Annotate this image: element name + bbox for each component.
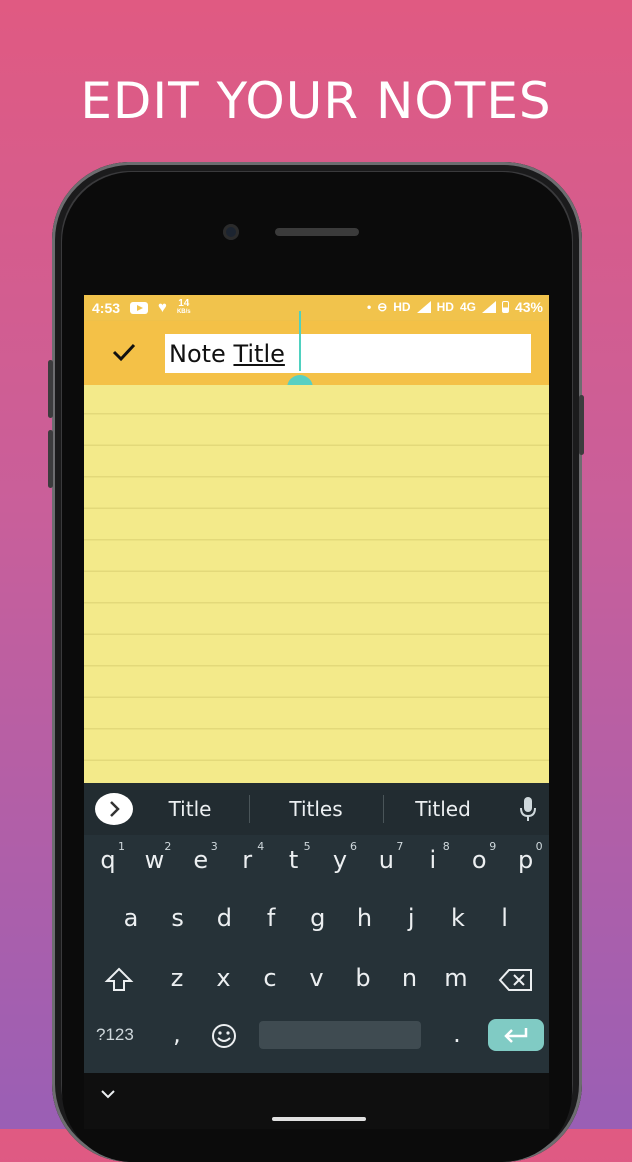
expand-toolbar-button[interactable] bbox=[95, 793, 133, 825]
key-c[interactable]: c bbox=[247, 953, 293, 1003]
key-q[interactable]: q1 bbox=[85, 835, 131, 885]
key-z[interactable]: z bbox=[154, 953, 200, 1003]
network-speed: 14 KB/s bbox=[176, 297, 191, 316]
key-i[interactable]: i8 bbox=[410, 835, 456, 885]
home-indicator[interactable] bbox=[272, 1117, 366, 1121]
phone-screen: 4:53 ♥ 14 KB/s • ⊖ HD HD 4G 43% Note Tit… bbox=[84, 295, 549, 1129]
key-number-hint: 1 bbox=[118, 840, 125, 853]
emoji-icon[interactable] bbox=[210, 1022, 238, 1050]
key-s[interactable]: s bbox=[155, 893, 201, 943]
dot-icon: • bbox=[367, 300, 372, 314]
key-x[interactable]: x bbox=[201, 953, 247, 1003]
key-letter: i bbox=[429, 846, 437, 874]
battery-percent: 43% bbox=[514, 299, 543, 315]
key-number-hint: 3 bbox=[210, 840, 218, 853]
suggestion-divider bbox=[249, 795, 250, 823]
speed-value: 14 bbox=[178, 297, 190, 309]
heart-icon: ♥ bbox=[158, 299, 167, 316]
suggestion-3[interactable]: Titled bbox=[383, 797, 503, 821]
network-type: 4G bbox=[459, 300, 476, 314]
key-number-hint: 4 bbox=[257, 840, 265, 853]
key-e[interactable]: e3 bbox=[178, 835, 224, 885]
title-word-2: Title bbox=[233, 340, 285, 368]
key-letter: o bbox=[471, 846, 487, 874]
hd-label-1: HD bbox=[393, 300, 411, 314]
key-number-hint: 6 bbox=[350, 840, 357, 853]
period-key[interactable]: . bbox=[434, 1009, 480, 1059]
key-v[interactable]: v bbox=[294, 953, 340, 1003]
phone-power-button bbox=[579, 395, 584, 455]
battery-icon bbox=[501, 301, 509, 313]
key-u[interactable]: u7 bbox=[363, 835, 409, 885]
key-b[interactable]: b bbox=[340, 953, 386, 1003]
chevron-down-icon[interactable] bbox=[98, 1087, 118, 1101]
key-k[interactable]: k bbox=[435, 893, 481, 943]
key-letter: u bbox=[378, 846, 394, 874]
suggestion-strip: Title Titles Titled bbox=[84, 783, 549, 835]
status-bar: 4:53 ♥ 14 KB/s • ⊖ HD HD 4G 43% bbox=[84, 295, 549, 321]
chevron-right-icon bbox=[110, 801, 120, 817]
key-t[interactable]: t5 bbox=[271, 835, 317, 885]
key-y[interactable]: y6 bbox=[317, 835, 363, 885]
key-number-hint: 8 bbox=[442, 840, 450, 853]
status-time: 4:53 bbox=[92, 299, 121, 316]
key-letter: q bbox=[100, 846, 116, 874]
enter-icon bbox=[504, 1028, 528, 1043]
key-h[interactable]: h bbox=[342, 893, 388, 943]
key-letter: w bbox=[144, 846, 165, 874]
microphone-icon[interactable] bbox=[518, 795, 538, 823]
key-n[interactable]: n bbox=[387, 953, 433, 1003]
suggestion-2[interactable]: Titles bbox=[256, 797, 376, 821]
signal-icon-2 bbox=[481, 301, 496, 313]
note-toolbar: Note Title bbox=[84, 321, 549, 385]
key-number-hint: 5 bbox=[303, 840, 311, 853]
phone-volume-up bbox=[48, 360, 53, 418]
navigation-bar bbox=[84, 1073, 549, 1129]
youtube-icon bbox=[130, 301, 149, 314]
key-p[interactable]: p0 bbox=[503, 835, 549, 885]
page-headline: EDIT YOUR NOTES bbox=[80, 72, 552, 130]
key-number-hint: 0 bbox=[535, 840, 543, 853]
symbols-key[interactable]: ?123 bbox=[96, 1025, 134, 1045]
key-f[interactable]: f bbox=[248, 893, 294, 943]
suggestion-1[interactable]: Title bbox=[130, 797, 250, 821]
backspace-icon[interactable] bbox=[498, 968, 534, 992]
space-bar[interactable] bbox=[259, 1021, 421, 1049]
key-letter: p bbox=[517, 846, 534, 874]
key-number-hint: 9 bbox=[489, 840, 497, 853]
key-letter: t bbox=[288, 846, 299, 874]
soft-keyboard: Title Titles Titled q1w2e3r4t5y6u7i8o9p0… bbox=[84, 783, 549, 1073]
text-cursor bbox=[299, 311, 301, 371]
comma-key[interactable]: , bbox=[154, 1009, 200, 1059]
enter-button[interactable] bbox=[488, 1019, 544, 1051]
key-letter: r bbox=[242, 846, 253, 874]
hd-label-2: HD bbox=[436, 300, 454, 314]
dnd-icon: ⊖ bbox=[377, 300, 388, 314]
note-body-editor[interactable] bbox=[84, 385, 549, 783]
key-g[interactable]: g bbox=[295, 893, 341, 943]
key-r[interactable]: r4 bbox=[224, 835, 270, 885]
check-icon[interactable] bbox=[110, 339, 138, 365]
key-number-hint: 2 bbox=[164, 840, 172, 853]
earpiece-speaker bbox=[275, 228, 359, 236]
key-letter: y bbox=[332, 846, 348, 874]
key-letter: e bbox=[193, 846, 209, 874]
key-l[interactable]: l bbox=[482, 893, 528, 943]
shift-icon[interactable] bbox=[104, 966, 134, 994]
key-j[interactable]: j bbox=[388, 893, 434, 943]
key-m[interactable]: m bbox=[433, 953, 479, 1003]
title-word-1: Note bbox=[169, 340, 226, 368]
note-title-input[interactable]: Note Title bbox=[165, 334, 531, 373]
front-camera bbox=[223, 224, 239, 240]
speed-unit: KB/s bbox=[176, 308, 191, 315]
key-d[interactable]: d bbox=[201, 893, 247, 943]
key-o[interactable]: o9 bbox=[456, 835, 502, 885]
key-a[interactable]: a bbox=[108, 893, 154, 943]
key-w[interactable]: w2 bbox=[131, 835, 177, 885]
key-number-hint: 7 bbox=[396, 840, 404, 853]
signal-icon bbox=[416, 301, 431, 313]
phone-volume-down bbox=[48, 430, 53, 488]
